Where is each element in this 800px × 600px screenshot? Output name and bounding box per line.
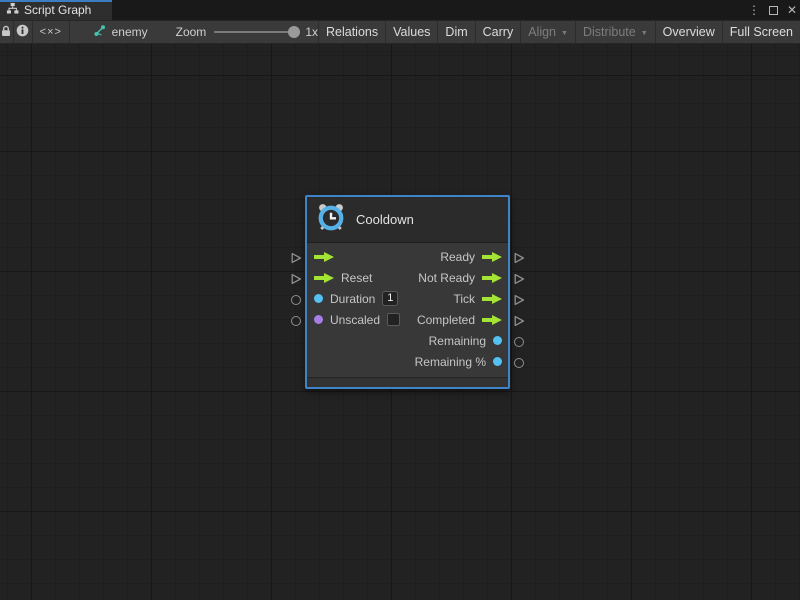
zoom-value: 1x — [305, 25, 318, 39]
toolbar-button-label: Overview — [663, 25, 715, 39]
external-control-connector[interactable] — [512, 289, 526, 310]
external-value-connector[interactable] — [289, 310, 303, 331]
toolbar-button-group: Relations Values Dim Carry Align ▼ Distribute ▼… — [318, 21, 800, 43]
output-port-ready[interactable]: Ready — [415, 246, 508, 267]
toolbar-button-label: Align — [528, 25, 556, 39]
value-port-dot-icon[interactable] — [493, 357, 502, 366]
external-control-connector[interactable] — [512, 247, 526, 268]
port-label: Completed — [417, 313, 475, 327]
value-port-dot-icon[interactable] — [314, 294, 323, 303]
control-flow-arrow-icon[interactable] — [482, 252, 502, 262]
lock-icon — [0, 24, 12, 41]
external-control-connector[interactable] — [289, 268, 303, 289]
zoom-label: Zoom — [176, 25, 207, 39]
toolbar-button-full-screen[interactable]: Full Screen — [722, 21, 800, 43]
output-port-tick[interactable]: Tick — [415, 288, 508, 309]
graph-hierarchy-icon — [6, 2, 19, 18]
value-port-marker-icon[interactable] — [514, 358, 524, 368]
toolbar-button-label: Carry — [483, 25, 514, 39]
control-port-marker-icon[interactable] — [513, 294, 525, 306]
port-label: Reset — [341, 271, 372, 285]
value-port-dot-icon[interactable] — [314, 315, 323, 324]
control-port-marker-icon[interactable] — [290, 273, 302, 285]
output-port-remaining[interactable]: Remaining — [415, 330, 508, 351]
external-control-connector[interactable] — [512, 268, 526, 289]
control-flow-arrow-icon[interactable] — [482, 294, 502, 304]
control-port-marker-icon[interactable] — [513, 252, 525, 264]
window-menu-icon[interactable]: ⋮ — [748, 4, 760, 16]
port-label: Ready — [440, 250, 475, 264]
value-port-marker-icon[interactable] — [514, 337, 524, 347]
toolbar-button-label: Dim — [445, 25, 467, 39]
control-port-marker-icon[interactable] — [290, 252, 302, 264]
code-brackets-icon: <×> — [40, 26, 62, 38]
lock-button[interactable] — [0, 21, 14, 43]
toolbar-button-label: Values — [393, 25, 430, 39]
toolbar-button-align: Align ▼ — [520, 21, 575, 43]
input-port-reset[interactable]: Reset — [307, 267, 400, 288]
node-header[interactable]: Cooldown — [307, 197, 508, 243]
toolbar-button-label: Relations — [326, 25, 378, 39]
toolbar-button-overview[interactable]: Overview — [655, 21, 722, 43]
value-port-marker-icon[interactable] — [291, 316, 301, 326]
value-port-marker-icon[interactable] — [291, 295, 301, 305]
alarm-clock-icon — [316, 202, 346, 237]
window-maximize-icon[interactable] — [769, 6, 778, 15]
code-view-button[interactable]: <×> — [33, 21, 70, 43]
input-port-enter[interactable] — [307, 246, 400, 267]
port-label: Remaining — [429, 334, 486, 348]
toolbar-button-relations[interactable]: Relations — [318, 21, 385, 43]
toolbar-button-carry[interactable]: Carry — [475, 21, 521, 43]
chevron-down-icon: ▼ — [641, 30, 648, 37]
port-label: Tick — [453, 292, 475, 306]
output-port-not-ready[interactable]: Not Ready — [415, 267, 508, 288]
graph-pointer-icon — [92, 24, 106, 41]
port-label: Remaining % — [415, 355, 486, 369]
info-button[interactable] — [14, 21, 33, 43]
external-value-connector[interactable] — [289, 289, 303, 310]
toolbar-button-dim[interactable]: Dim — [437, 21, 474, 43]
unscaled-checkbox[interactable] — [387, 313, 400, 326]
external-value-connector[interactable] — [512, 331, 526, 352]
cooldown-node[interactable]: Cooldown Reset Duration 1Unscaled Ready No… — [305, 195, 510, 389]
input-port-duration[interactable]: Duration 1 — [307, 288, 400, 309]
duration-input[interactable]: 1 — [382, 291, 398, 306]
breadcrumb-label: enemy — [112, 25, 148, 39]
control-flow-arrow-icon[interactable] — [314, 252, 334, 262]
control-flow-arrow-icon[interactable] — [482, 273, 502, 283]
chevron-down-icon: ▼ — [561, 30, 568, 37]
port-label: Unscaled — [330, 313, 380, 327]
port-label: Not Ready — [418, 271, 475, 285]
control-port-marker-icon[interactable] — [513, 273, 525, 285]
graph-toolbar: <×> enemy Zoom 1x Relations Values Dim Carr… — [0, 20, 800, 44]
external-value-connector[interactable] — [512, 352, 526, 373]
graph-canvas[interactable]: Cooldown Reset Duration 1Unscaled Ready No… — [0, 44, 800, 600]
window-close-icon[interactable]: ✕ — [787, 4, 797, 16]
port-label: Duration — [330, 292, 375, 306]
output-port-completed[interactable]: Completed — [415, 309, 508, 330]
toolbar-button-distribute: Distribute ▼ — [575, 21, 655, 43]
control-flow-arrow-icon[interactable] — [482, 315, 502, 325]
control-port-marker-icon[interactable] — [513, 315, 525, 327]
window-tab-bar: Script Graph ⋮ ✕ — [0, 0, 800, 20]
value-port-dot-icon[interactable] — [493, 336, 502, 345]
output-port-remaining[interactable]: Remaining % — [415, 351, 508, 372]
toolbar-button-values[interactable]: Values — [385, 21, 437, 43]
control-flow-arrow-icon[interactable] — [314, 273, 334, 283]
info-icon — [16, 24, 29, 40]
breadcrumb-graph[interactable]: enemy — [92, 24, 148, 41]
external-control-connector[interactable] — [512, 310, 526, 331]
toolbar-button-label: Distribute — [583, 25, 636, 39]
tab-title: Script Graph — [24, 3, 91, 17]
external-control-connector[interactable] — [289, 247, 303, 268]
tab-script-graph[interactable]: Script Graph — [0, 0, 112, 20]
node-footer — [307, 377, 508, 387]
zoom-slider-handle[interactable] — [288, 26, 300, 38]
zoom-slider[interactable] — [214, 31, 299, 33]
node-title: Cooldown — [356, 212, 414, 227]
toolbar-button-label: Full Screen — [730, 25, 793, 39]
input-port-unscaled[interactable]: Unscaled — [307, 309, 400, 330]
